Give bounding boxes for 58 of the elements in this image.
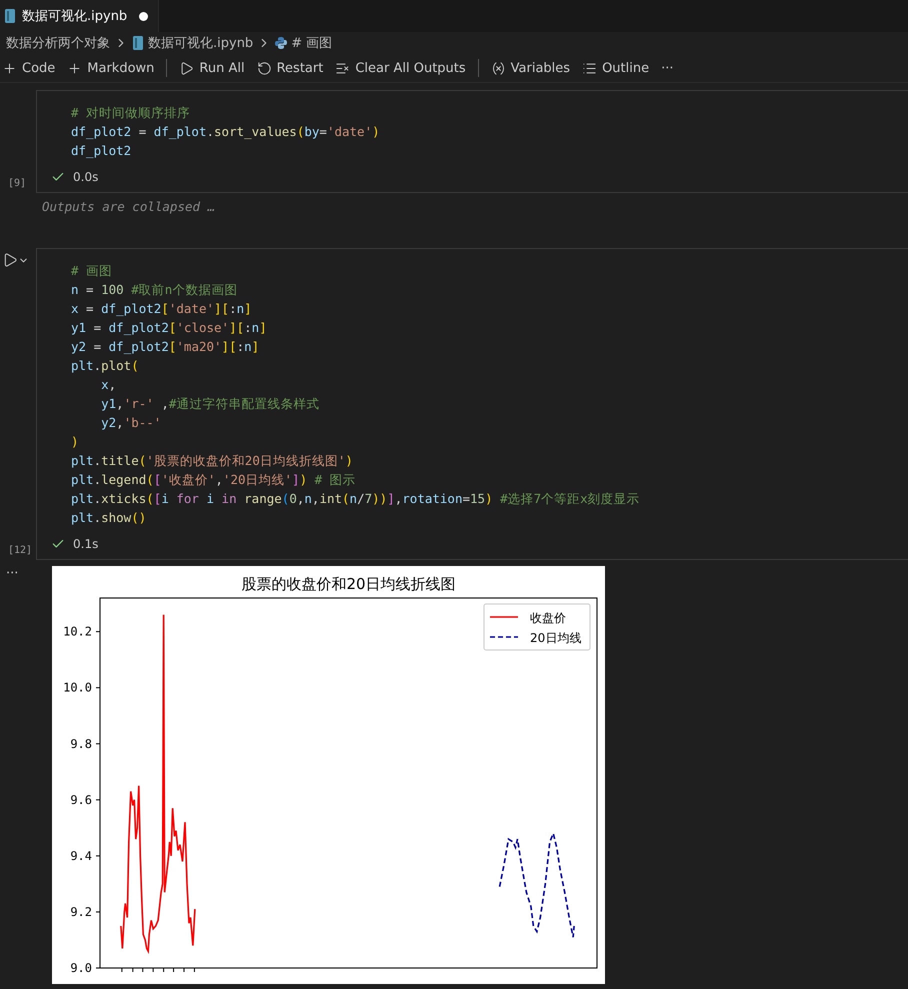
code-line: y2 = df_plot2['ma20'][:n]	[71, 338, 260, 356]
chart-title: 股票的收盘价和20日均线折线图	[241, 575, 456, 593]
code-line: x,	[100, 376, 118, 394]
plus-icon	[67, 60, 82, 76]
y-tick: 9.8	[70, 736, 100, 751]
code-line: # 对时间做顺序排序	[71, 104, 192, 122]
collapsed-note: Outputs are collapsed …	[41, 198, 216, 214]
toolbar-button[interactable]: Code	[2, 60, 56, 76]
y-tick: 9.2	[70, 904, 100, 919]
toolbar-button[interactable]: Markdown	[67, 60, 154, 76]
editor-tab[interactable]: 数据可视化.ipynb	[0, 0, 160, 32]
play-icon	[179, 60, 194, 76]
code-line: # 画图	[71, 262, 114, 280]
toolbar-button[interactable]: Outline	[582, 60, 650, 76]
y-tick: 9.6	[70, 792, 100, 807]
y-tick: 9.4	[70, 848, 100, 863]
legend-entry: 20日均线	[490, 631, 582, 645]
run-time: 0.0s	[73, 170, 98, 184]
y-tick: 10.0	[63, 680, 100, 695]
output-menu[interactable]: ···	[0, 566, 52, 984]
code-cell[interactable]	[36, 248, 908, 560]
code-line: df_plot2 = df_plot.sort_values(by='date')	[71, 123, 381, 141]
notebook-icon	[132, 36, 144, 50]
python-icon	[275, 37, 288, 49]
y-tick: 9.0	[70, 961, 100, 975]
code-line: plt.show()	[71, 509, 148, 527]
breadcrumb-item[interactable]: 数据可视化.ipynb	[148, 34, 254, 52]
restart-icon	[256, 60, 272, 76]
code-line: plt.xticks([i for i in range(0,n,int(n/7))],rotation=15) #选择7个等距x刻度显示	[71, 490, 641, 508]
breadcrumb-item[interactable]: # 画图	[291, 34, 332, 52]
toolbar-button[interactable]: Restart	[256, 60, 324, 76]
variables-icon	[490, 60, 506, 76]
play-icon	[2, 252, 18, 268]
toolbar-button[interactable]: Clear All Outputs	[335, 60, 466, 76]
run-cell-button[interactable]	[2, 252, 29, 268]
code-line: )	[71, 433, 80, 451]
breadcrumb-item[interactable]: 数据分析两个对象	[6, 34, 110, 52]
legend-entry: 收盘价	[490, 611, 566, 625]
y-tick: 10.2	[63, 624, 100, 639]
run-time: 0.1s	[73, 537, 98, 551]
clear-list-icon	[335, 60, 350, 76]
code-line: plt.legend(['收盘价','20日均线']) # 图示	[71, 471, 357, 489]
code-line: plt.title('股票的收盘价和20日均线折线图')	[71, 452, 354, 470]
execution-count: [9]	[8, 178, 26, 189]
code-line: x = df_plot2['date'][:n]	[71, 300, 253, 318]
code-line: plt.plot(	[71, 357, 140, 375]
toolbar-button[interactable]: Variables	[490, 60, 570, 76]
code-line: y1,'r-' ,#通过字符串配置线条样式	[100, 395, 320, 413]
toolbar-button[interactable]: Run All	[179, 60, 245, 76]
code-line: df_plot2	[71, 142, 132, 160]
plus-icon	[2, 60, 17, 76]
code-cell[interactable]: # 对时间做顺序排序 df_plot2 = df_plot.sort_values(by='date') df_plot2 0.0s	[36, 90, 908, 193]
code-line: n = 100 #取前n个数据画图	[71, 281, 238, 299]
code-line: y2,'b--'	[100, 414, 162, 432]
execution-count: [12]	[8, 545, 32, 556]
notebook-icon	[4, 9, 16, 23]
more-button[interactable]: ···	[661, 60, 674, 76]
code-line: y1 = df_plot2['close'][:n]	[71, 319, 268, 337]
